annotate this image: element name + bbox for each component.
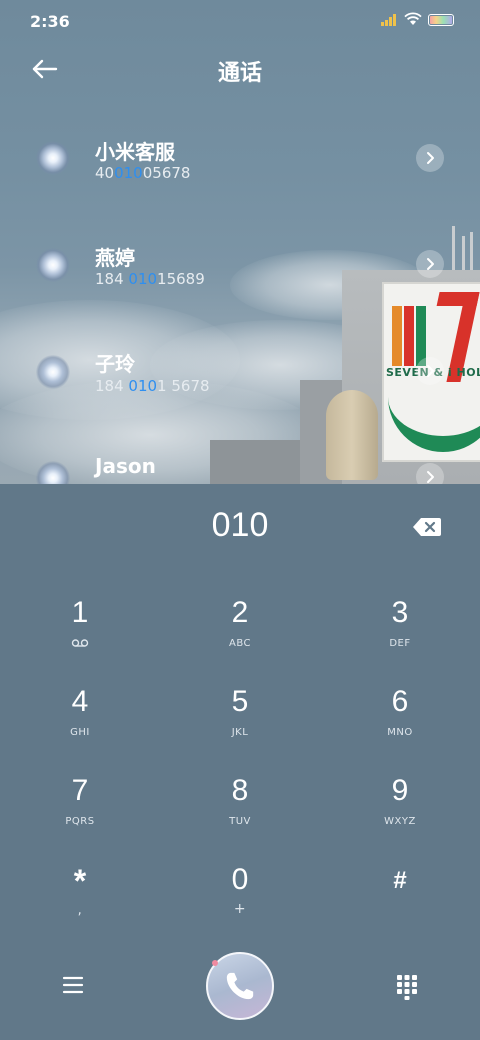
key-digit: 5 [231, 685, 249, 718]
key-5[interactable]: 5 JKL [180, 685, 300, 765]
contact-name: 子玲 [95, 352, 135, 376]
chevron-right-icon [427, 365, 434, 377]
keypad-toggle-button[interactable] [395, 973, 419, 1001]
backspace-button[interactable] [412, 516, 442, 538]
key-letters: GHI [70, 727, 90, 738]
number-match: 010 [128, 270, 158, 288]
key-digit: 3 [391, 596, 409, 629]
key-star[interactable]: * , [20, 863, 140, 943]
number-match: 010 [128, 377, 158, 395]
key-letters: JKL [231, 727, 249, 738]
avatar [36, 461, 70, 484]
dialpad-icon [397, 975, 417, 1000]
key-digit: 7 [71, 774, 89, 807]
avatar [36, 355, 70, 389]
key-letters: DEF [389, 638, 411, 649]
voicemail-icon [71, 639, 89, 647]
contact-item[interactable]: 小米客服 4001005678 [0, 108, 480, 208]
contact-number: 184 01015689 [95, 270, 205, 288]
number-match: 010 [114, 164, 143, 182]
key-4[interactable]: 4 GHI [20, 685, 140, 765]
key-letters: + [233, 901, 247, 917]
contact-detail-button[interactable] [416, 250, 444, 278]
contact-name: Jason [95, 454, 156, 478]
key-letters: WXYZ [384, 816, 416, 827]
contact-number: 4001005678 [95, 164, 191, 182]
key-digit: 9 [391, 774, 409, 807]
avatar [36, 141, 70, 175]
contact-name: 燕婷 [95, 246, 135, 270]
contact-item[interactable]: Jason [0, 426, 480, 484]
key-8[interactable]: 8 TUV [180, 774, 300, 854]
page-title: 通话 [217, 61, 262, 86]
chevron-right-icon [427, 258, 434, 270]
key-digit: 8 [231, 774, 249, 807]
key-digit: * [73, 863, 87, 899]
status-bar: 2:36 [0, 0, 480, 40]
key-9[interactable]: 9 WXYZ [340, 774, 460, 854]
key-letters: MNO [387, 727, 413, 738]
contact-detail-button[interactable] [416, 357, 444, 385]
key-3[interactable]: 3 DEF [340, 596, 460, 676]
dialer-panel: 010 1 2 ABC 3 DEF 4 GHI 5 JKL 6 MNO 7 PQ… [0, 484, 480, 1040]
key-letters: TUV [229, 816, 251, 827]
key-7[interactable]: 7 PQRS [20, 774, 140, 854]
backspace-icon [413, 518, 441, 536]
key-digit: 4 [71, 685, 89, 718]
menu-button[interactable] [60, 974, 86, 996]
contact-number: 184 0101 5678 [95, 377, 210, 395]
key-letters: PQRS [65, 816, 95, 827]
key-digit: 1 [71, 596, 89, 629]
contact-detail-button[interactable] [416, 463, 444, 484]
contact-detail-button[interactable] [416, 144, 444, 172]
avatar [36, 248, 70, 282]
key-digit: # [393, 867, 407, 894]
chevron-right-icon [427, 471, 434, 483]
dial-number-display[interactable]: 010 [0, 506, 480, 545]
key-0[interactable]: 0 + [180, 863, 300, 943]
call-indicator-dot [212, 960, 218, 966]
status-time: 2:36 [30, 12, 70, 31]
contact-item[interactable]: 燕婷 184 01015689 [0, 214, 480, 314]
contact-name: 小米客服 [95, 140, 175, 164]
key-2[interactable]: 2 ABC [180, 596, 300, 676]
chevron-right-icon [427, 152, 434, 164]
key-6[interactable]: 6 MNO [340, 685, 460, 765]
menu-icon [62, 976, 84, 994]
battery-icon [428, 14, 454, 26]
contact-item[interactable]: 子玲 184 0101 5678 [0, 320, 480, 420]
wifi-icon [404, 12, 422, 25]
key-letters: ABC [228, 638, 251, 649]
signal-icon [381, 14, 399, 26]
key-digit: 2 [231, 596, 249, 629]
key-digit: 0 [231, 863, 249, 896]
key-letters: , [77, 903, 83, 918]
key-1[interactable]: 1 [20, 596, 140, 676]
key-hash[interactable]: # [340, 863, 460, 943]
key-digit: 6 [391, 685, 409, 718]
